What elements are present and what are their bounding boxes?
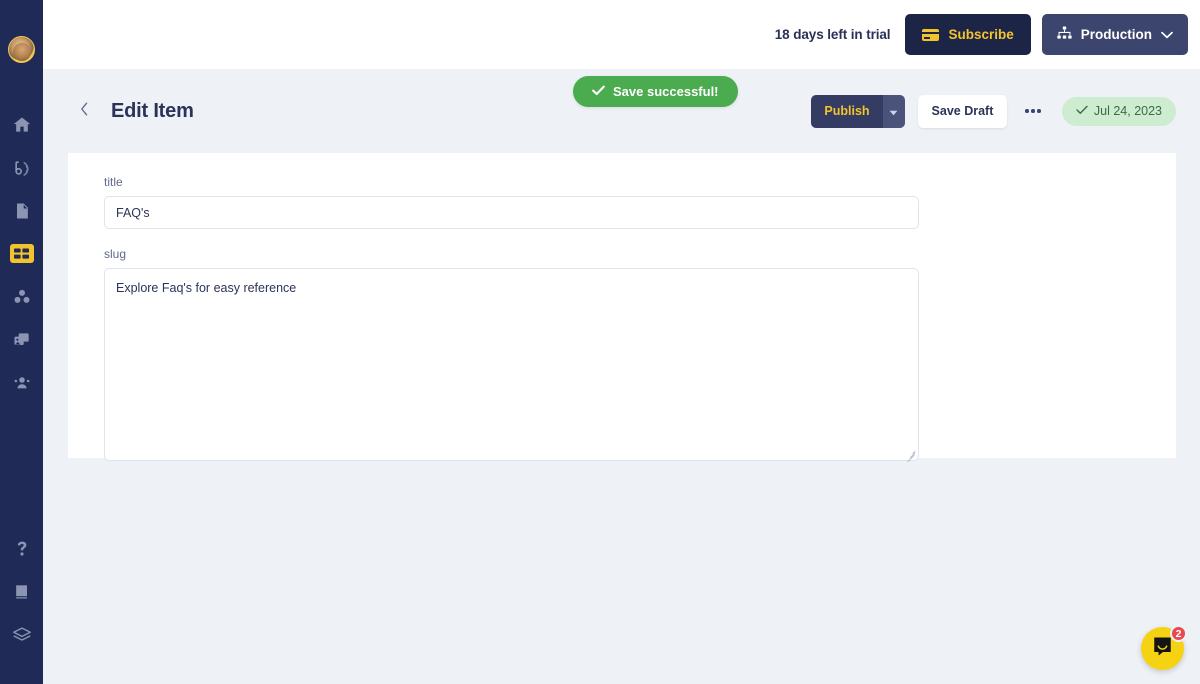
chat-bubble-icon (1151, 635, 1174, 663)
collections-icon (9, 244, 34, 263)
left-sidebar (0, 0, 43, 684)
more-options-button[interactable] (1019, 105, 1047, 117)
sitemap-icon (1057, 26, 1072, 43)
app-root: 18 days left in trial Subscribe Producti… (0, 0, 1200, 684)
status-badge: Jul 24, 2023 (1061, 96, 1176, 126)
caret-down-icon (889, 104, 898, 119)
subscribe-button-label: Subscribe (948, 27, 1014, 42)
main-region: 18 days left in trial Subscribe Producti… (43, 0, 1200, 684)
chat-launcher-button[interactable]: 2 (1141, 625, 1187, 670)
blocks-icon (12, 287, 32, 307)
content-area: title slug (43, 153, 1200, 684)
publish-dropdown-toggle[interactable] (882, 94, 905, 128)
title-input[interactable] (104, 196, 919, 229)
toast-notification: Save successful! (573, 76, 738, 107)
ellipsis-icon (1037, 109, 1041, 113)
sidebar-item-media[interactable] (0, 318, 43, 361)
subscribe-button[interactable]: Subscribe (905, 14, 1031, 55)
users-icon (12, 373, 32, 393)
page-title: Edit Item (111, 99, 194, 122)
slug-textarea[interactable] (104, 268, 919, 461)
sidebar-nav-bottom (0, 527, 43, 656)
broadcast-icon (12, 158, 32, 178)
sidebar-item-help[interactable] (0, 527, 43, 570)
environment-selector-button[interactable]: Production (1041, 14, 1188, 55)
sidebar-nav-main (0, 103, 43, 404)
field-title-label: title (104, 175, 123, 189)
help-icon (12, 539, 32, 559)
media-icon (12, 330, 32, 350)
ellipsis-icon (1025, 109, 1029, 113)
publish-button[interactable]: Publish (811, 94, 883, 128)
field-slug-label: slug (104, 247, 127, 261)
book-icon (12, 582, 32, 602)
sidebar-item-docs[interactable] (0, 570, 43, 613)
trial-status-text: 18 days left in trial (774, 27, 891, 42)
credit-card-icon (922, 28, 940, 41)
chevron-down-icon (1161, 27, 1173, 42)
sidebar-item-collections[interactable] (0, 232, 43, 275)
document-icon (12, 201, 32, 221)
chat-unread-badge: 2 (1170, 625, 1187, 642)
field-slug: slug (68, 247, 1176, 466)
sidebar-item-broadcast[interactable] (0, 146, 43, 189)
top-bar: 18 days left in trial Subscribe Producti… (43, 0, 1200, 69)
page-header-actions: Publish Save Draft Jul 24, 2023 (811, 94, 1176, 128)
back-button[interactable] (73, 96, 95, 126)
check-icon (1076, 104, 1088, 118)
check-icon (592, 84, 605, 99)
field-title: title (68, 175, 1176, 229)
sidebar-item-users[interactable] (0, 361, 43, 404)
slug-textarea-wrapper (104, 268, 919, 466)
ellipsis-icon (1031, 109, 1035, 113)
home-icon (12, 115, 32, 135)
sidebar-item-home[interactable] (0, 103, 43, 146)
status-badge-date: Jul 24, 2023 (1093, 104, 1162, 118)
sidebar-item-blocks[interactable] (0, 275, 43, 318)
toast-message: Save successful! (613, 84, 719, 99)
publish-split-button: Publish (811, 94, 905, 128)
save-draft-button[interactable]: Save Draft (917, 94, 1008, 128)
avatar[interactable] (8, 36, 35, 63)
sidebar-item-layers[interactable] (0, 613, 43, 656)
environment-label: Production (1080, 27, 1152, 42)
edit-item-card: title slug (68, 153, 1176, 463)
layers-icon (11, 624, 33, 646)
sidebar-item-pages[interactable] (0, 189, 43, 232)
chevron-left-icon (80, 101, 89, 121)
